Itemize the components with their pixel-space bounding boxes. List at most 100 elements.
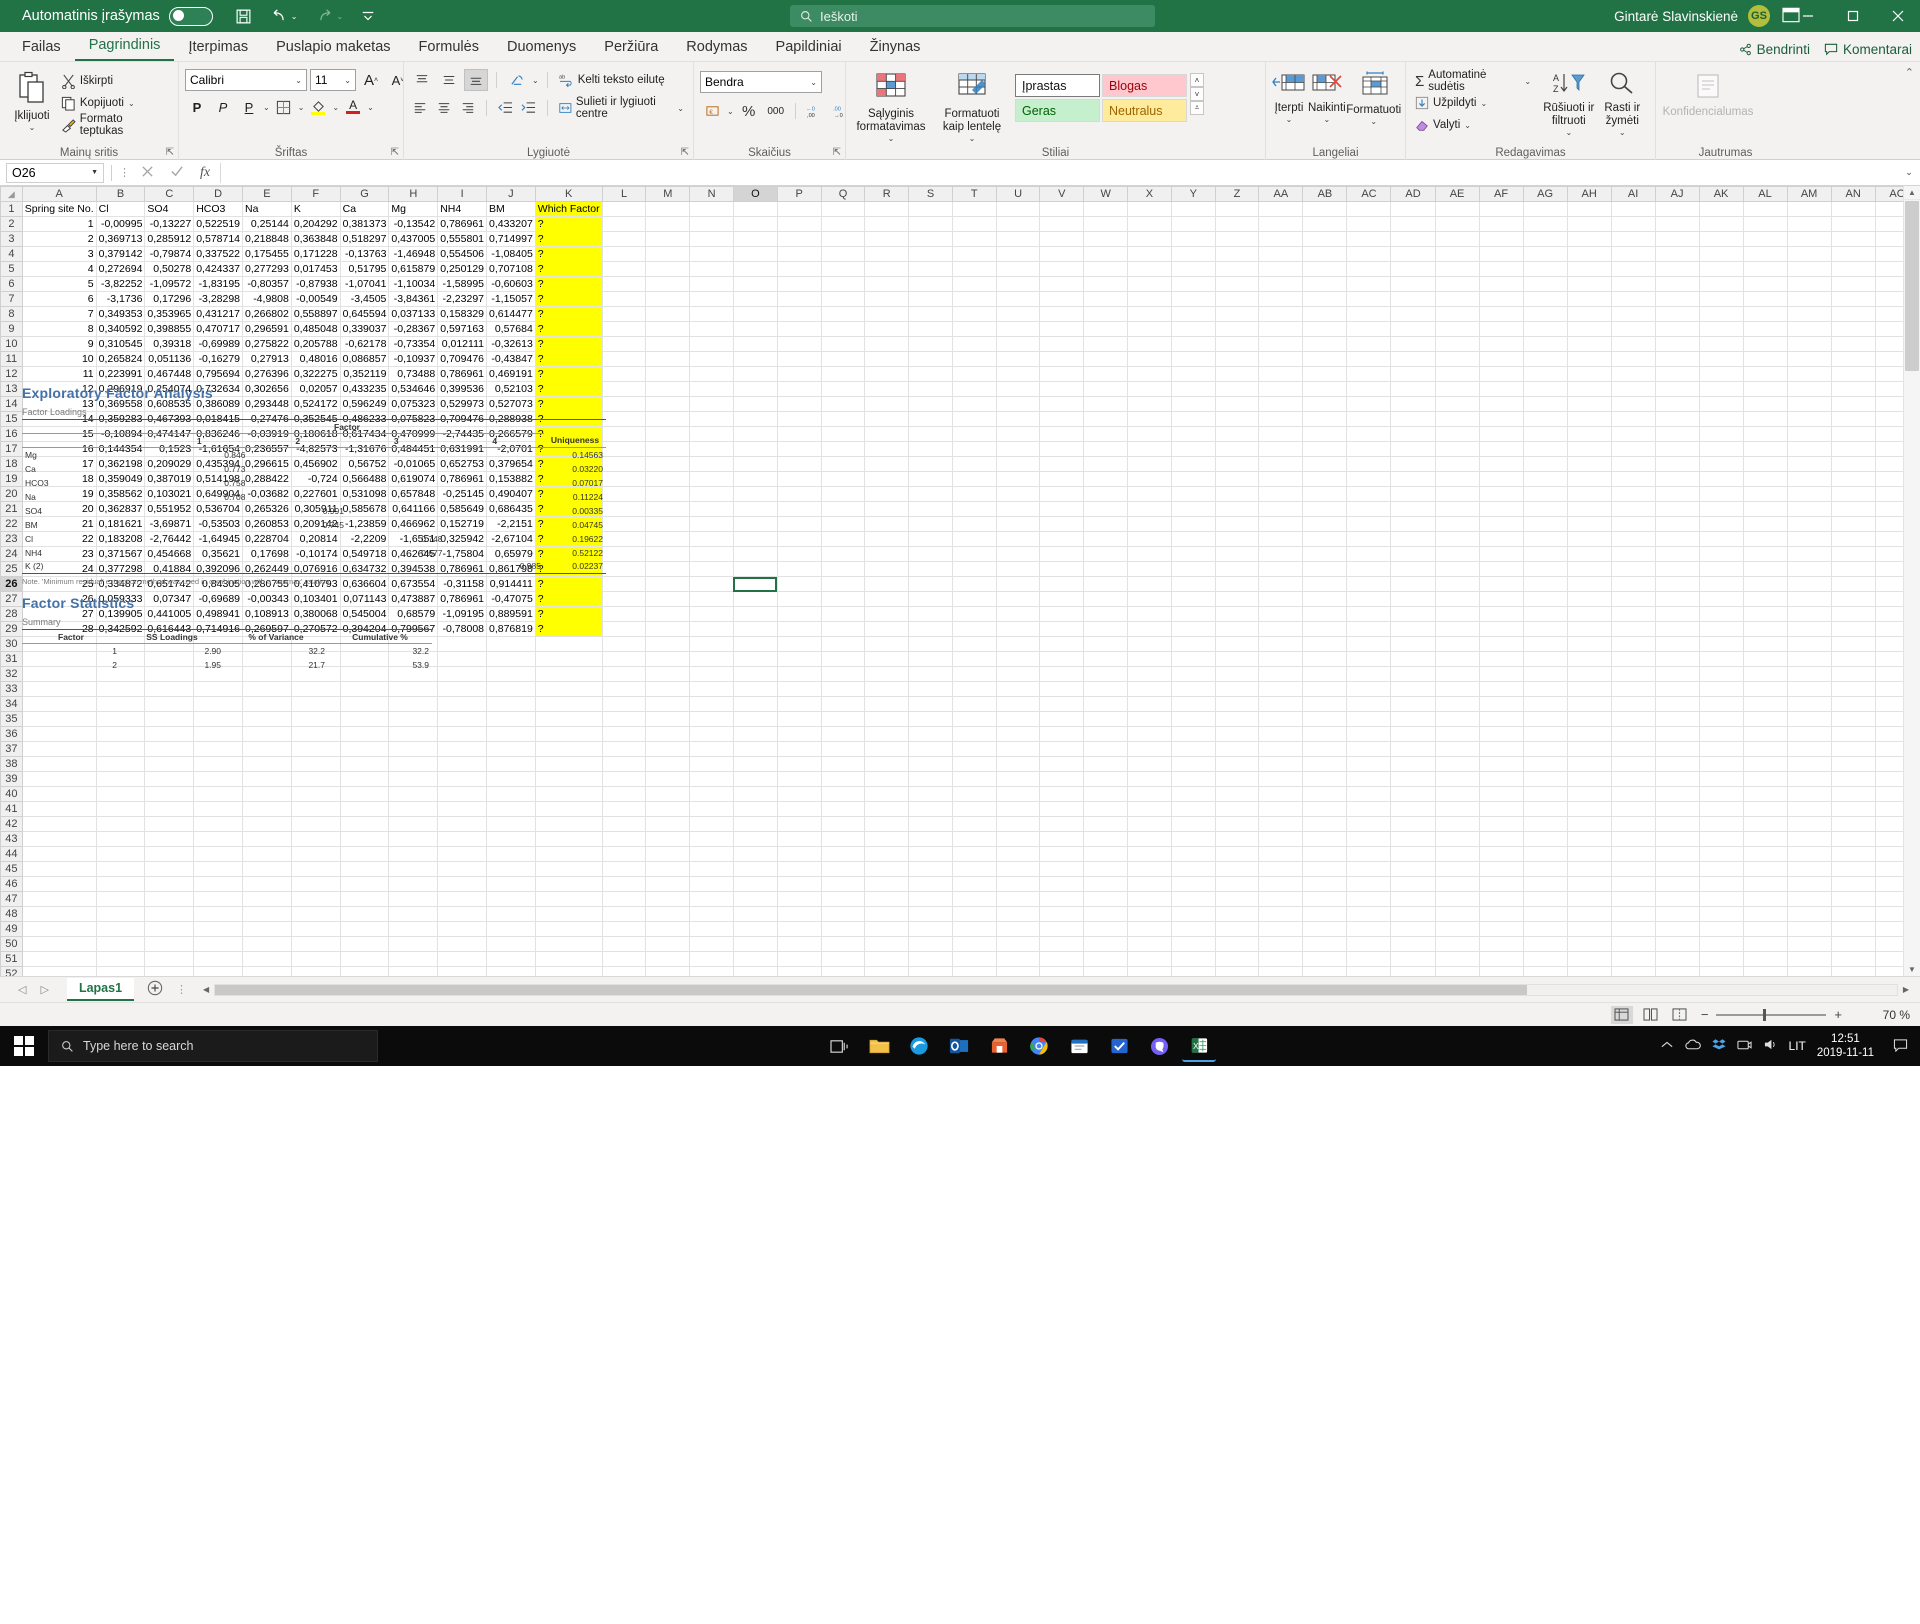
cell-AC30[interactable] (1346, 636, 1392, 652)
cell-AI11[interactable] (1610, 351, 1656, 367)
cell-AE29[interactable] (1434, 621, 1480, 637)
cell-N13[interactable] (689, 381, 734, 397)
cell-Y29[interactable] (1170, 621, 1216, 637)
confirm-icon[interactable] (170, 165, 184, 181)
cell-H38[interactable] (388, 756, 439, 772)
cell-AA35[interactable] (1258, 711, 1304, 727)
cell-U48[interactable] (995, 906, 1041, 922)
cell-AJ44[interactable] (1654, 846, 1700, 862)
cell-W12[interactable] (1083, 366, 1129, 382)
cell-C6[interactable]: -1,09572 (144, 276, 195, 292)
cell-V46[interactable] (1039, 876, 1085, 892)
cell-Q20[interactable] (820, 486, 866, 502)
cell-R7[interactable] (864, 291, 910, 307)
cell-AN51[interactable] (1830, 951, 1876, 967)
cell-N32[interactable] (689, 666, 734, 682)
cell-F38[interactable] (290, 756, 341, 772)
cell-AB28[interactable] (1302, 606, 1348, 622)
cell-AJ40[interactable] (1654, 786, 1700, 802)
cell-H5[interactable]: 0,615879 (388, 261, 439, 277)
scroll-down-icon[interactable]: ▼ (1904, 962, 1920, 976)
cell-AE15[interactable] (1434, 411, 1480, 427)
cell-Y9[interactable] (1170, 321, 1216, 337)
cell-AA8[interactable] (1258, 306, 1304, 322)
cell-B41[interactable] (95, 801, 146, 817)
cell-Y19[interactable] (1170, 471, 1216, 487)
cell-AC38[interactable] (1346, 756, 1392, 772)
cell-B39[interactable] (95, 771, 146, 787)
insert-cells-button[interactable]: Įterpti ⌄ (1272, 69, 1306, 124)
cell-AE45[interactable] (1434, 861, 1480, 877)
percent-style-button[interactable]: % (737, 100, 761, 122)
cell-Z9[interactable] (1214, 321, 1260, 337)
cell-AK38[interactable] (1698, 756, 1744, 772)
cell-J39[interactable] (486, 771, 536, 787)
cell-G50[interactable] (339, 936, 390, 952)
cell-I33[interactable] (437, 681, 487, 697)
cell-E48[interactable] (242, 906, 292, 922)
cell-T25[interactable] (951, 561, 997, 577)
cell-AG25[interactable] (1522, 561, 1568, 577)
cell-K42[interactable] (534, 816, 603, 832)
cell-H47[interactable] (388, 891, 439, 907)
column-header-AC[interactable]: AC (1346, 186, 1392, 202)
cell-AE41[interactable] (1434, 801, 1480, 817)
cell-Q14[interactable] (820, 396, 866, 412)
cell-P18[interactable] (776, 456, 822, 472)
cell-A40[interactable] (21, 786, 97, 802)
cell-AG29[interactable] (1522, 621, 1568, 637)
cell-S30[interactable] (908, 636, 953, 652)
cell-AH24[interactable] (1566, 546, 1612, 562)
table-chevron-down-icon[interactable]: ⌄ (969, 134, 976, 143)
cell-H6[interactable]: -1,10034 (388, 276, 439, 292)
cell-D33[interactable] (193, 681, 244, 697)
close-button[interactable] (1875, 0, 1920, 32)
cell-AA1[interactable] (1258, 201, 1304, 217)
cell-AC42[interactable] (1346, 816, 1392, 832)
cell-T26[interactable] (951, 576, 997, 592)
cell-AD18[interactable] (1390, 456, 1436, 472)
cell-AK21[interactable] (1698, 501, 1744, 517)
cell-O31[interactable] (732, 651, 778, 667)
row-header-32[interactable]: 32 (0, 666, 23, 682)
cell-R14[interactable] (864, 396, 910, 412)
cell-AE14[interactable] (1434, 396, 1480, 412)
cell-T16[interactable] (951, 426, 997, 442)
cell-E39[interactable] (242, 771, 292, 787)
cell-C33[interactable] (144, 681, 195, 697)
cell-Y46[interactable] (1170, 876, 1216, 892)
cell-X30[interactable] (1127, 636, 1172, 652)
cell-M39[interactable] (645, 771, 691, 787)
cell-P22[interactable] (776, 516, 822, 532)
cell-AG32[interactable] (1522, 666, 1568, 682)
minimize-button[interactable] (1785, 0, 1830, 32)
column-header-AE[interactable]: AE (1434, 186, 1480, 202)
cell-G47[interactable] (339, 891, 390, 907)
cell-W34[interactable] (1083, 696, 1129, 712)
cell-J50[interactable] (486, 936, 536, 952)
cell-AI29[interactable] (1610, 621, 1656, 637)
save-icon[interactable] (235, 8, 252, 25)
cell-S24[interactable] (908, 546, 953, 562)
column-header-AB[interactable]: AB (1302, 186, 1348, 202)
cell-V33[interactable] (1039, 681, 1085, 697)
cell-W43[interactable] (1083, 831, 1129, 847)
cell-Y38[interactable] (1170, 756, 1216, 772)
cell-O38[interactable] (732, 756, 778, 772)
cell-AG12[interactable] (1522, 366, 1568, 382)
cell-A52[interactable] (21, 966, 97, 976)
cell-AK32[interactable] (1698, 666, 1744, 682)
cell-P23[interactable] (776, 531, 822, 547)
cell-D38[interactable] (193, 756, 244, 772)
cell-N48[interactable] (689, 906, 734, 922)
column-header-U[interactable]: U (995, 186, 1041, 202)
cell-AN6[interactable] (1830, 276, 1876, 292)
cell-W44[interactable] (1083, 846, 1129, 862)
cell-D43[interactable] (193, 831, 244, 847)
cell-F46[interactable] (290, 876, 341, 892)
cell-J44[interactable] (486, 846, 536, 862)
cell-S23[interactable] (908, 531, 953, 547)
cell-L37[interactable] (601, 741, 647, 757)
cell-M8[interactable] (645, 306, 691, 322)
cell-AJ21[interactable] (1654, 501, 1700, 517)
